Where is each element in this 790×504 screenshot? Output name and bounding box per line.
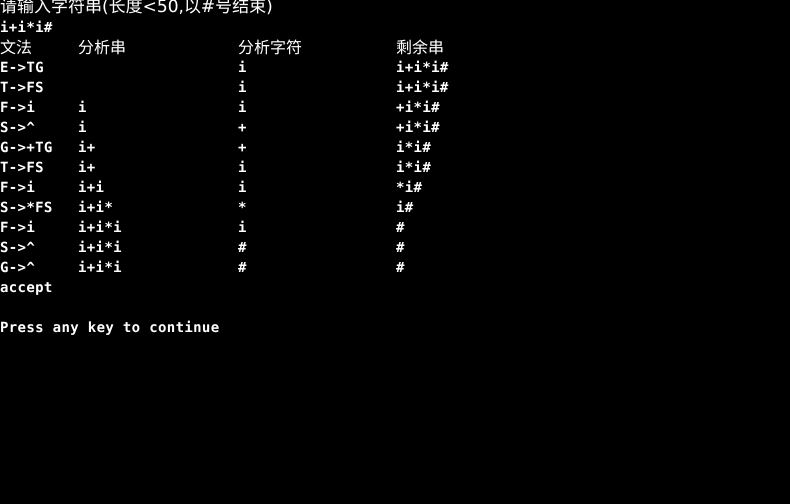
cell-grammar: T->FS xyxy=(0,160,44,176)
table-row: G->+TG i+ + i*i# xyxy=(0,138,790,158)
cell-remaining-string: i+i*i# xyxy=(396,80,449,96)
cell-analysis-string: i xyxy=(78,120,87,136)
header-analysis-char: 分析字符 xyxy=(238,38,303,57)
result-line: accept xyxy=(0,280,53,296)
cell-grammar: F->i xyxy=(0,180,36,196)
cell-analysis-string: i+i*i xyxy=(78,220,122,236)
cell-grammar: G->+TG xyxy=(0,140,53,156)
table-row: T->FS i+ i i*i# xyxy=(0,158,790,178)
cell-remaining-string: i*i# xyxy=(396,140,432,156)
cell-grammar: E->TG xyxy=(0,60,44,76)
cell-remaining-string: i# xyxy=(396,200,414,216)
header-grammar: 文法 xyxy=(0,38,33,57)
cell-analysis-string: i+ xyxy=(78,160,96,176)
cell-analysis-char: i xyxy=(238,100,247,116)
parse-trace-rows: E->TG i i+i*i# T->FS i i+i*i# F->i i i +i*i# S->^ i… xyxy=(0,58,790,278)
cell-remaining-string: i*i# xyxy=(396,160,432,176)
cell-grammar: T->FS xyxy=(0,80,44,96)
cell-analysis-char: * xyxy=(238,200,247,216)
cell-grammar: F->i xyxy=(0,220,36,236)
cell-grammar: S->^ xyxy=(0,240,36,256)
cell-remaining-string: # xyxy=(396,240,405,256)
cell-grammar: S->*FS xyxy=(0,200,53,216)
cell-analysis-string: i xyxy=(78,100,87,116)
cell-remaining-string: i+i*i# xyxy=(396,60,449,76)
table-row: E->TG i i+i*i# xyxy=(0,58,790,78)
header-remaining-string: 剩余串 xyxy=(396,38,445,57)
cell-analysis-string: i+i xyxy=(78,180,105,196)
cell-remaining-string: # xyxy=(396,260,405,276)
cell-analysis-string: i+ xyxy=(78,140,96,156)
cell-grammar: F->i xyxy=(0,100,36,116)
cell-analysis-char: i xyxy=(238,180,247,196)
table-row: T->FS i i+i*i# xyxy=(0,78,790,98)
cell-analysis-char: + xyxy=(238,120,247,136)
cell-analysis-string: i+i* xyxy=(78,200,114,216)
cell-analysis-char: # xyxy=(238,260,247,276)
table-row: S->^ i + +i*i# xyxy=(0,118,790,138)
cell-analysis-char: i xyxy=(238,80,247,96)
table-header-row: 文法 分析串 分析字符 剩余串 xyxy=(0,38,790,58)
cell-remaining-string: +i*i# xyxy=(396,100,440,116)
cell-analysis-string: i+i*i xyxy=(78,240,122,256)
cell-analysis-char: i xyxy=(238,220,247,236)
cell-analysis-char: + xyxy=(238,140,247,156)
terminal-screen[interactable]: 请输入字符串(长度<50,以#号结束) i+i*i# 文法 分析串 分析字符 剩… xyxy=(0,0,790,502)
cell-remaining-string: # xyxy=(396,220,405,236)
header-analysis-string: 分析串 xyxy=(78,38,127,57)
press-any-key-line: Press any key to continue xyxy=(0,320,220,336)
input-echo-line: i+i*i# xyxy=(0,20,53,36)
cell-grammar: G->^ xyxy=(0,260,36,276)
table-row: F->i i+i i *i# xyxy=(0,178,790,198)
table-row: F->i i i +i*i# xyxy=(0,98,790,118)
cell-grammar: S->^ xyxy=(0,120,36,136)
cell-remaining-string: +i*i# xyxy=(396,120,440,136)
table-row: F->i i+i*i i # xyxy=(0,218,790,238)
table-row: S->^ i+i*i # # xyxy=(0,238,790,258)
table-row: S->*FS i+i* * i# xyxy=(0,198,790,218)
cell-analysis-char: i xyxy=(238,160,247,176)
cell-analysis-string: i+i*i xyxy=(78,260,122,276)
cell-analysis-char: # xyxy=(238,240,247,256)
table-row: G->^ i+i*i # # xyxy=(0,258,790,278)
input-prompt-line: 请输入字符串(长度<50,以#号结束) xyxy=(0,0,273,17)
cell-remaining-string: *i# xyxy=(396,180,423,196)
cell-analysis-char: i xyxy=(238,60,247,76)
